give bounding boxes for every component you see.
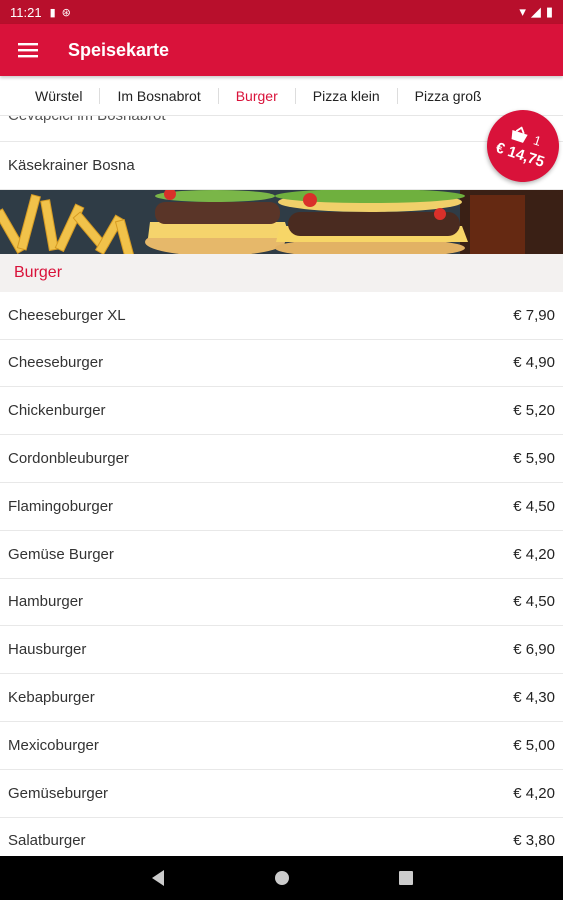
list-item[interactable]: Cheeseburger XL € 7,90 xyxy=(0,291,563,340)
tab-burger[interactable]: Burger xyxy=(219,87,296,104)
item-name: Hausburger xyxy=(8,641,87,659)
list-item[interactable]: Chickenburger € 5,20 xyxy=(0,387,563,436)
item-name: Gemüse Burger xyxy=(8,545,114,563)
item-price: € 4,20 xyxy=(513,545,555,563)
cart-count: 1 xyxy=(531,131,544,149)
item-price: € 5,90 xyxy=(513,450,555,468)
list-item[interactable]: Kebapburger € 4,30 xyxy=(0,674,563,722)
list-item[interactable]: Cevapcici im Bosnabrot xyxy=(0,116,563,142)
notification-icon: ▮ xyxy=(49,6,56,19)
item-price: € 4,50 xyxy=(513,593,555,611)
tab-im-bosnabrot[interactable]: Im Bosnabrot xyxy=(100,87,219,104)
tab-pizza-klein[interactable]: Pizza klein xyxy=(296,87,398,104)
item-name: Gemüseburger xyxy=(8,784,109,802)
status-time: 11:21 xyxy=(10,4,42,20)
item-name: Cevapcici im Bosnabrot xyxy=(8,116,166,124)
list-item[interactable]: Mexicoburger € 5,00 xyxy=(0,721,563,770)
list-item[interactable]: Gemüseburger € 4,20 xyxy=(0,769,563,818)
item-name: Mexicoburger xyxy=(8,736,99,754)
item-name: Flamingoburger xyxy=(8,497,114,515)
item-name: Cordonbleuburger xyxy=(8,450,129,468)
navigation-bar xyxy=(0,856,563,900)
list-item[interactable]: Cordonbleuburger € 5,90 xyxy=(0,435,563,483)
item-price: € 4,50 xyxy=(513,497,555,515)
menu-list[interactable]: Cevapcici im Bosnabrot Käsekrainer Bosna xyxy=(0,116,563,856)
item-price: € 7,90 xyxy=(513,306,555,324)
tab-wurstel[interactable]: Würstel xyxy=(18,87,101,104)
list-item[interactable]: Käsekrainer Bosna xyxy=(0,142,563,190)
list-item[interactable]: Hamburger € 4,50 xyxy=(0,578,563,627)
battery-icon: ▮ xyxy=(545,4,553,19)
recents-icon[interactable] xyxy=(394,866,418,890)
status-bar: 11:21 ▮ ⊛ ▾ ◢ ▮ xyxy=(0,0,563,24)
back-icon[interactable] xyxy=(146,866,170,890)
item-price: € 4,20 xyxy=(513,784,555,802)
category-tabs: Würstel Im Bosnabrot Burger Pizza klein … xyxy=(0,76,563,116)
section-header: Burger xyxy=(0,253,563,292)
item-price: € 6,90 xyxy=(513,641,555,659)
list-item[interactable]: Flamingoburger € 4,50 xyxy=(0,482,563,531)
item-price: € 5,20 xyxy=(513,402,555,420)
home-icon[interactable] xyxy=(270,866,294,890)
list-item[interactable]: Hausburger € 6,90 xyxy=(0,626,563,675)
item-price: € 5,00 xyxy=(513,736,555,754)
item-price: € 3,80 xyxy=(513,832,555,850)
wifi-icon: ▾ xyxy=(519,4,526,19)
item-name: Cheeseburger xyxy=(8,354,104,372)
list-item[interactable]: Cheeseburger € 4,90 xyxy=(0,339,563,388)
list-item[interactable]: Gemüse Burger € 4,20 xyxy=(0,530,563,579)
item-name: Käsekrainer Bosna xyxy=(8,156,135,174)
list-item[interactable]: Salatburger € 3,80 xyxy=(0,817,563,856)
shopping-basket-icon xyxy=(511,126,529,143)
item-name: Cheeseburger XL xyxy=(8,306,126,324)
sync-icon: ⊛ xyxy=(61,6,71,19)
signal-icon: ◢ xyxy=(530,4,541,19)
item-price: € 4,30 xyxy=(513,689,555,707)
tab-pizza-gross[interactable]: Pizza groß xyxy=(398,88,499,104)
menu-icon[interactable] xyxy=(0,24,56,76)
item-name: Hamburger xyxy=(8,593,84,611)
item-price: € 4,90 xyxy=(513,354,555,372)
burger-items: Cheeseburger XL € 7,90 Cheeseburger € 4,90 C… xyxy=(0,291,563,856)
app-title: Speisekarte xyxy=(68,39,170,60)
burger-banner-image xyxy=(0,189,563,254)
item-name: Kebapburger xyxy=(8,689,95,707)
app-bar: Speisekarte xyxy=(0,24,563,76)
item-name: Chickenburger xyxy=(8,402,106,420)
item-name: Salatburger xyxy=(8,832,86,850)
